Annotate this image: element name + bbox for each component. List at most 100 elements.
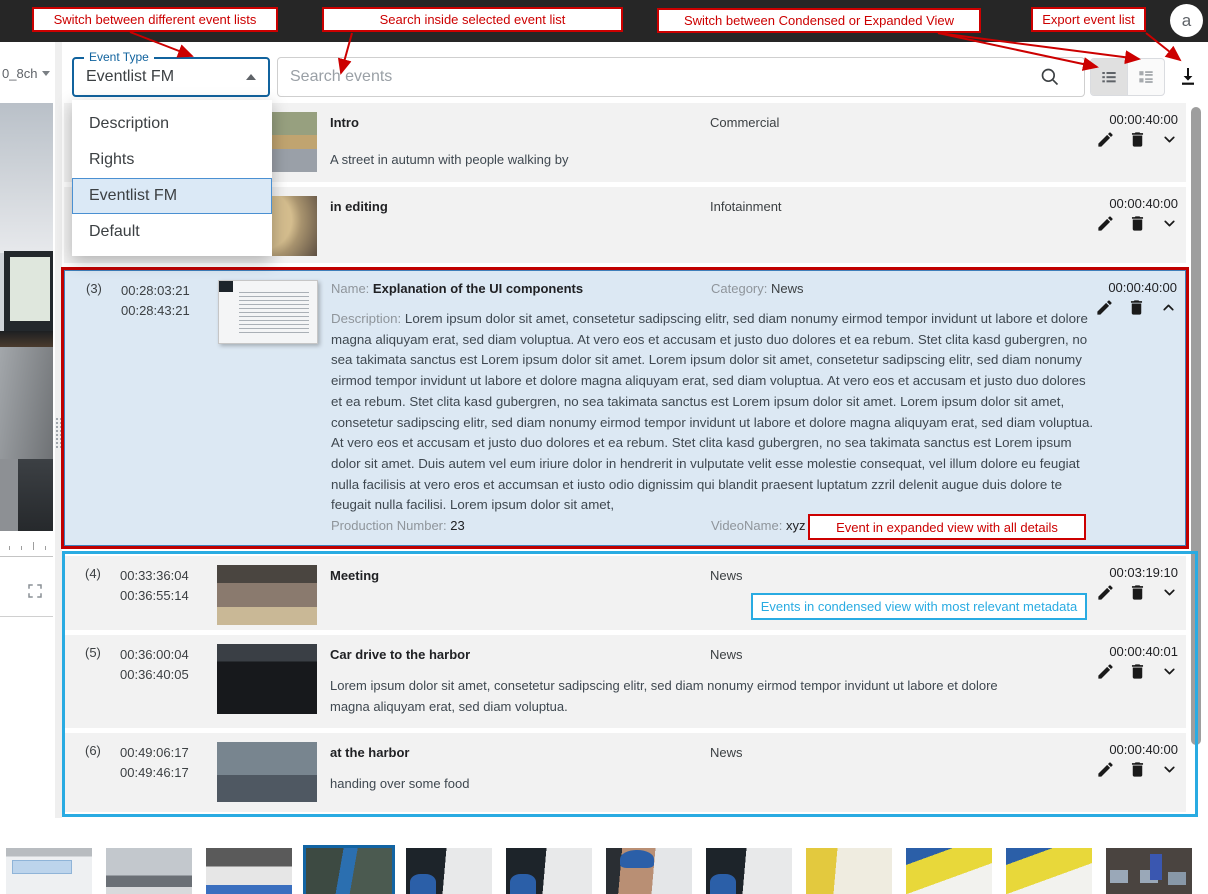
dropdown-option-description[interactable]: Description: [72, 106, 272, 142]
event-6-title: at the harbor: [330, 745, 409, 760]
search-icon[interactable]: [1040, 67, 1060, 87]
chevron-up-icon: [246, 74, 256, 80]
event-3-tc-in: 00:28:03:21: [121, 281, 190, 301]
delete-event-button[interactable]: [1127, 213, 1148, 234]
channel-selector[interactable]: 0_8ch: [2, 66, 50, 81]
filmstrip-thumb-man-blue-cap-2[interactable]: [506, 848, 592, 894]
event-5-index: (5): [85, 645, 101, 660]
event-5-thumbnail: [217, 644, 317, 714]
edit-event-button[interactable]: [1095, 759, 1116, 780]
fullscreen-icon[interactable]: [26, 582, 44, 600]
event-6-tc-out: 00:49:46:17: [120, 763, 189, 783]
filmstrip-thumb-yellow-jacket-3[interactable]: [1006, 848, 1092, 894]
event-1-category: Commercial: [710, 115, 779, 130]
download-icon: [1176, 64, 1200, 88]
callout-export-text: Export event list: [1042, 12, 1135, 27]
video-name-label: VideoName:: [711, 518, 782, 533]
filmstrip-thumb-yellow-jacket-2[interactable]: [906, 848, 992, 894]
event-5-duration: 00:00:40:01: [1109, 644, 1178, 659]
event-3-name-line: Name: Explanation of the UI components: [331, 281, 583, 296]
event-3-duration: 00:00:40:00: [1108, 280, 1177, 295]
event-5-category: News: [710, 647, 743, 662]
video-frame-screen: [10, 257, 50, 321]
filmstrip-thumb-studio-computers-2[interactable]: [1106, 848, 1192, 894]
expand-chevron-down-icon[interactable]: [1159, 213, 1180, 234]
event-5-description: Lorem ipsum dolor sit amet, consetetur s…: [330, 675, 1040, 717]
delete-event-button[interactable]: [1126, 297, 1147, 318]
timeline-track[interactable]: [0, 556, 53, 557]
event-3-description-text: Lorem ipsum dolor sit amet, consetetur s…: [331, 311, 1093, 512]
event-type-dropdown: Description Rights Eventlist FM Default: [72, 100, 272, 256]
edit-event-button[interactable]: [1094, 297, 1115, 318]
expanded-list-icon: [1136, 67, 1156, 87]
edit-event-button[interactable]: [1095, 129, 1116, 150]
search-box: [277, 57, 1085, 97]
condensed-view-button[interactable]: [1091, 59, 1127, 95]
delete-event-button[interactable]: [1127, 759, 1148, 780]
event-3-production-number: Production Number: 23: [331, 518, 465, 533]
user-avatar[interactable]: a: [1170, 4, 1203, 37]
expanded-view-button[interactable]: [1128, 59, 1164, 95]
event-row-5[interactable]: (5) 00:36:00:04 00:36:40:05 Car drive to…: [64, 635, 1186, 728]
production-number-value: 23: [450, 518, 464, 533]
dropdown-option-eventlist-fm[interactable]: Eventlist FM: [72, 178, 272, 214]
filmstrip: [0, 848, 1208, 894]
filmstrip-thumb-studio-computers-selected[interactable]: [306, 848, 392, 894]
delete-event-button[interactable]: [1127, 661, 1148, 682]
event-3-index: (3): [86, 281, 102, 296]
event-row-3-expanded[interactable]: (3) 00:28:03:21 00:28:43:21 Name: Explan…: [64, 270, 1186, 546]
event-5-timecodes: 00:36:00:04 00:36:40:05: [120, 645, 189, 685]
collapse-chevron-up-icon[interactable]: [1158, 297, 1179, 318]
splitter-drag-handle[interactable]: [55, 417, 63, 449]
callout-export: Export event list: [1031, 7, 1146, 32]
event-4-tc-out: 00:36:55:14: [120, 586, 189, 606]
filmstrip-thumb-man-blue-cap-face[interactable]: [606, 848, 692, 894]
event-4-category: News: [710, 568, 743, 583]
expand-chevron-down-icon[interactable]: [1159, 661, 1180, 682]
callout-condensed-view-text: Events in condensed view with most relev…: [761, 599, 1078, 614]
filmstrip-thumb-yellow-jacket-1[interactable]: [806, 848, 892, 894]
edit-event-button[interactable]: [1095, 661, 1116, 682]
event-6-duration: 00:00:40:00: [1109, 742, 1178, 757]
option-label: Rights: [89, 151, 134, 169]
filmstrip-thumb-ui-dialog[interactable]: [6, 848, 92, 894]
event-3-thumbnail: [218, 280, 318, 344]
video-frame-floor: [0, 459, 18, 531]
timeline-ruler: [0, 538, 53, 556]
expand-chevron-down-icon[interactable]: [1159, 759, 1180, 780]
scrollbar-thumb[interactable]: [1191, 107, 1201, 745]
event-row-6[interactable]: (6) 00:49:06:17 00:49:46:17 at the harbo…: [64, 733, 1186, 812]
event-3-category-line: Category: News: [711, 281, 804, 296]
dropdown-option-rights[interactable]: Rights: [72, 142, 272, 178]
player-divider: [0, 616, 53, 617]
filmstrip-thumb-city-skyline[interactable]: [106, 848, 192, 894]
event-type-value: Eventlist FM: [86, 68, 174, 86]
event-3-description: Description: Lorem ipsum dolor sit amet,…: [331, 309, 1097, 516]
delete-event-button[interactable]: [1127, 129, 1148, 150]
filmstrip-thumb-man-blue-cap-3[interactable]: [706, 848, 792, 894]
event-6-thumbnail: [217, 742, 317, 802]
edit-event-button[interactable]: [1095, 582, 1116, 603]
export-button[interactable]: [1174, 62, 1202, 90]
filmstrip-thumb-video-editor[interactable]: [206, 848, 292, 894]
event-3-video-name: VideoName: xyz: [711, 518, 805, 533]
event-4-duration: 00:03:19:10: [1109, 565, 1178, 580]
event-6-index: (6): [85, 743, 101, 758]
expand-chevron-down-icon[interactable]: [1159, 129, 1180, 150]
search-input[interactable]: [278, 58, 1084, 96]
app-window: Switch between different event lists Sea…: [0, 0, 1208, 894]
filmstrip-thumb-man-blue-cap-1[interactable]: [406, 848, 492, 894]
event-row-4[interactable]: (4) 00:33:36:04 00:36:55:14 Meeting News…: [64, 556, 1186, 630]
edit-event-button[interactable]: [1095, 213, 1116, 234]
event-3-tc-out: 00:28:43:21: [121, 301, 190, 321]
video-frame-wall: [0, 103, 53, 253]
event-4-title: Meeting: [330, 568, 379, 583]
expand-chevron-down-icon[interactable]: [1159, 582, 1180, 603]
event-4-tc-in: 00:33:36:04: [120, 566, 189, 586]
dropdown-option-default[interactable]: Default: [72, 214, 272, 250]
event-6-description: handing over some food: [330, 773, 1040, 794]
event-type-select[interactable]: Event Type Eventlist FM: [72, 57, 270, 97]
event-6-tc-in: 00:49:06:17: [120, 743, 189, 763]
delete-event-button[interactable]: [1127, 582, 1148, 603]
avatar-letter: a: [1182, 11, 1191, 31]
